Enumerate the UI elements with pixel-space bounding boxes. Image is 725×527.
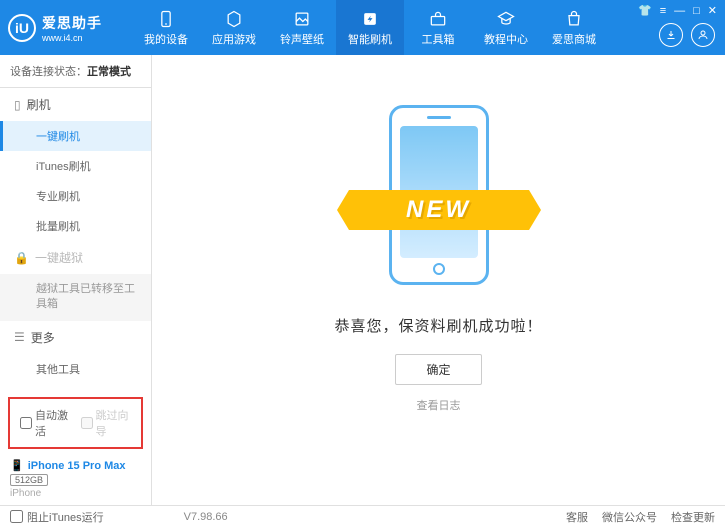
success-illustration: NEW [359, 95, 519, 295]
skin-icon[interactable]: 👕 [638, 4, 652, 17]
checkbox-block-itunes[interactable]: 阻止iTunes运行 [10, 509, 104, 525]
app-header: iU 爱思助手 www.i4.cn 我的设备 应用游戏 铃声壁纸 智能刷机 工具… [0, 0, 725, 55]
apps-icon [224, 9, 244, 29]
minimize-icon[interactable]: — [674, 5, 685, 17]
footer-link-wechat[interactable]: 微信公众号 [602, 509, 657, 525]
connection-status: 设备连接状态：正常模式 [0, 55, 151, 88]
nav-my-device[interactable]: 我的设备 [132, 0, 200, 55]
nav-toolbox[interactable]: 工具箱 [404, 0, 472, 55]
download-icon [665, 29, 677, 41]
main-content: NEW 恭喜您，保资料刷机成功啦！ 确定 查看日志 [152, 55, 725, 505]
close-icon[interactable]: ✕ [708, 4, 717, 17]
checkbox-auto-activate[interactable]: 自动激活 [20, 407, 71, 439]
sidebar-item-download-firmware[interactable]: 下载固件 [0, 384, 151, 393]
download-button[interactable] [659, 23, 683, 47]
app-url: www.i4.cn [42, 33, 102, 43]
sidebar-item-other-tools[interactable]: 其他工具 [0, 354, 151, 384]
sidebar-group-flash[interactable]: ▯ 刷机 [0, 88, 151, 121]
sidebar-item-itunes-flash[interactable]: iTunes刷机 [0, 151, 151, 181]
device-type: iPhone [10, 488, 141, 499]
phone-outline-icon: ▯ [14, 98, 21, 112]
sidebar: 设备连接状态：正常模式 ▯ 刷机 一键刷机 iTunes刷机 专业刷机 批量刷机… [0, 55, 152, 505]
app-title: 爱思助手 [42, 13, 102, 33]
footer-link-update[interactable]: 检查更新 [671, 509, 715, 525]
top-nav: 我的设备 应用游戏 铃声壁纸 智能刷机 工具箱 教程中心 爱思商城 [132, 0, 608, 55]
view-log-link[interactable]: 查看日志 [417, 397, 461, 413]
sidebar-item-one-key-flash[interactable]: 一键刷机 [0, 121, 151, 151]
device-name-text: iPhone 15 Pro Max [28, 460, 126, 472]
logo-icon: iU [8, 14, 36, 42]
sidebar-group-jailbreak: 🔒 一键越狱 [0, 241, 151, 274]
success-message: 恭喜您，保资料刷机成功啦！ [334, 315, 542, 336]
user-button[interactable] [691, 23, 715, 47]
nav-tutorials[interactable]: 教程中心 [472, 0, 540, 55]
device-phone-icon: 📱 [10, 459, 24, 472]
wallpaper-icon [292, 9, 312, 29]
footer-link-support[interactable]: 客服 [566, 509, 588, 525]
flash-options-highlighted: 自动激活 跳过向导 [8, 397, 143, 449]
device-storage: 512GB [10, 474, 48, 486]
logo-area: iU 爱思助手 www.i4.cn [8, 13, 102, 43]
sidebar-item-jailbreak-moved[interactable]: 越狱工具已转移至工具箱 [0, 274, 151, 321]
sidebar-group-more[interactable]: ☰ 更多 [0, 321, 151, 354]
new-ribbon: NEW [349, 190, 529, 230]
nav-smart-flash[interactable]: 智能刷机 [336, 0, 404, 55]
checkbox-skip-guide[interactable]: 跳过向导 [81, 407, 132, 439]
sidebar-item-pro-flash[interactable]: 专业刷机 [0, 181, 151, 211]
nav-ringtones[interactable]: 铃声壁纸 [268, 0, 336, 55]
menu-icon[interactable]: ≡ [660, 5, 666, 17]
user-icon [697, 29, 709, 41]
flash-icon [360, 9, 380, 29]
nav-apps-games[interactable]: 应用游戏 [200, 0, 268, 55]
sidebar-item-batch-flash[interactable]: 批量刷机 [0, 211, 151, 241]
maximize-icon[interactable]: □ [693, 5, 700, 17]
more-icon: ☰ [14, 330, 25, 344]
mall-icon [564, 9, 584, 29]
ok-button[interactable]: 确定 [395, 354, 481, 385]
phone-icon [156, 9, 176, 29]
window-controls: 👕 ≡ — □ ✕ [638, 4, 717, 17]
version-label: V7.98.66 [184, 511, 228, 523]
lock-icon: 🔒 [14, 251, 29, 265]
toolbox-icon [428, 9, 448, 29]
footer-bar: 阻止iTunes运行 V7.98.66 客服 微信公众号 检查更新 [0, 505, 725, 527]
device-info[interactable]: 📱 iPhone 15 Pro Max 512GB iPhone [0, 453, 151, 505]
tutorial-icon [496, 9, 516, 29]
nav-mall[interactable]: 爱思商城 [540, 0, 608, 55]
